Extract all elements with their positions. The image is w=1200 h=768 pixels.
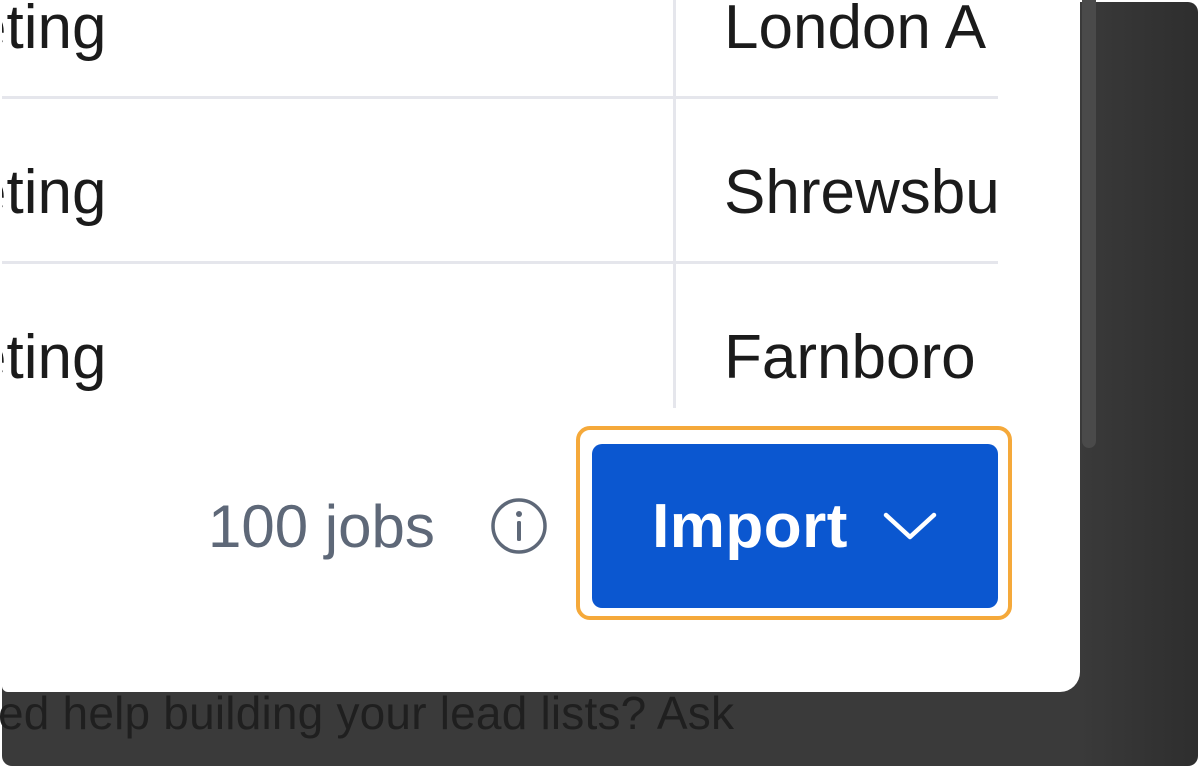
- jobs-table: eting London A eting Shrewsbu eting Farn…: [2, 0, 998, 408]
- screen: ed help building your lead lists? Ask et…: [0, 0, 1200, 768]
- chevron-down-icon: [883, 512, 937, 540]
- table-cell-department: eting: [2, 0, 107, 62]
- jobs-count-label: 100 jobs: [208, 493, 435, 560]
- info-circle-icon[interactable]: [490, 497, 548, 555]
- table-cell-location: London A: [724, 0, 987, 62]
- background-help-text: ed help building your lead lists? Ask: [0, 687, 735, 739]
- table-row[interactable]: eting Farnboro: [2, 264, 998, 408]
- table-cell-department: eting: [2, 158, 107, 227]
- import-dropdown-button[interactable]: Import: [592, 444, 998, 608]
- table-row[interactable]: eting Shrewsbu: [2, 99, 998, 263]
- import-button-label: Import: [652, 491, 848, 561]
- import-jobs-modal: eting London A eting Shrewsbu eting Farn…: [2, 0, 1080, 692]
- table-cell-location: Shrewsbu: [724, 158, 998, 227]
- table-cell-department: eting: [2, 323, 107, 392]
- modal-scrollbar[interactable]: [1082, 0, 1096, 448]
- table-cell-location: Farnboro: [724, 323, 976, 392]
- table-row[interactable]: eting London A: [2, 0, 998, 100]
